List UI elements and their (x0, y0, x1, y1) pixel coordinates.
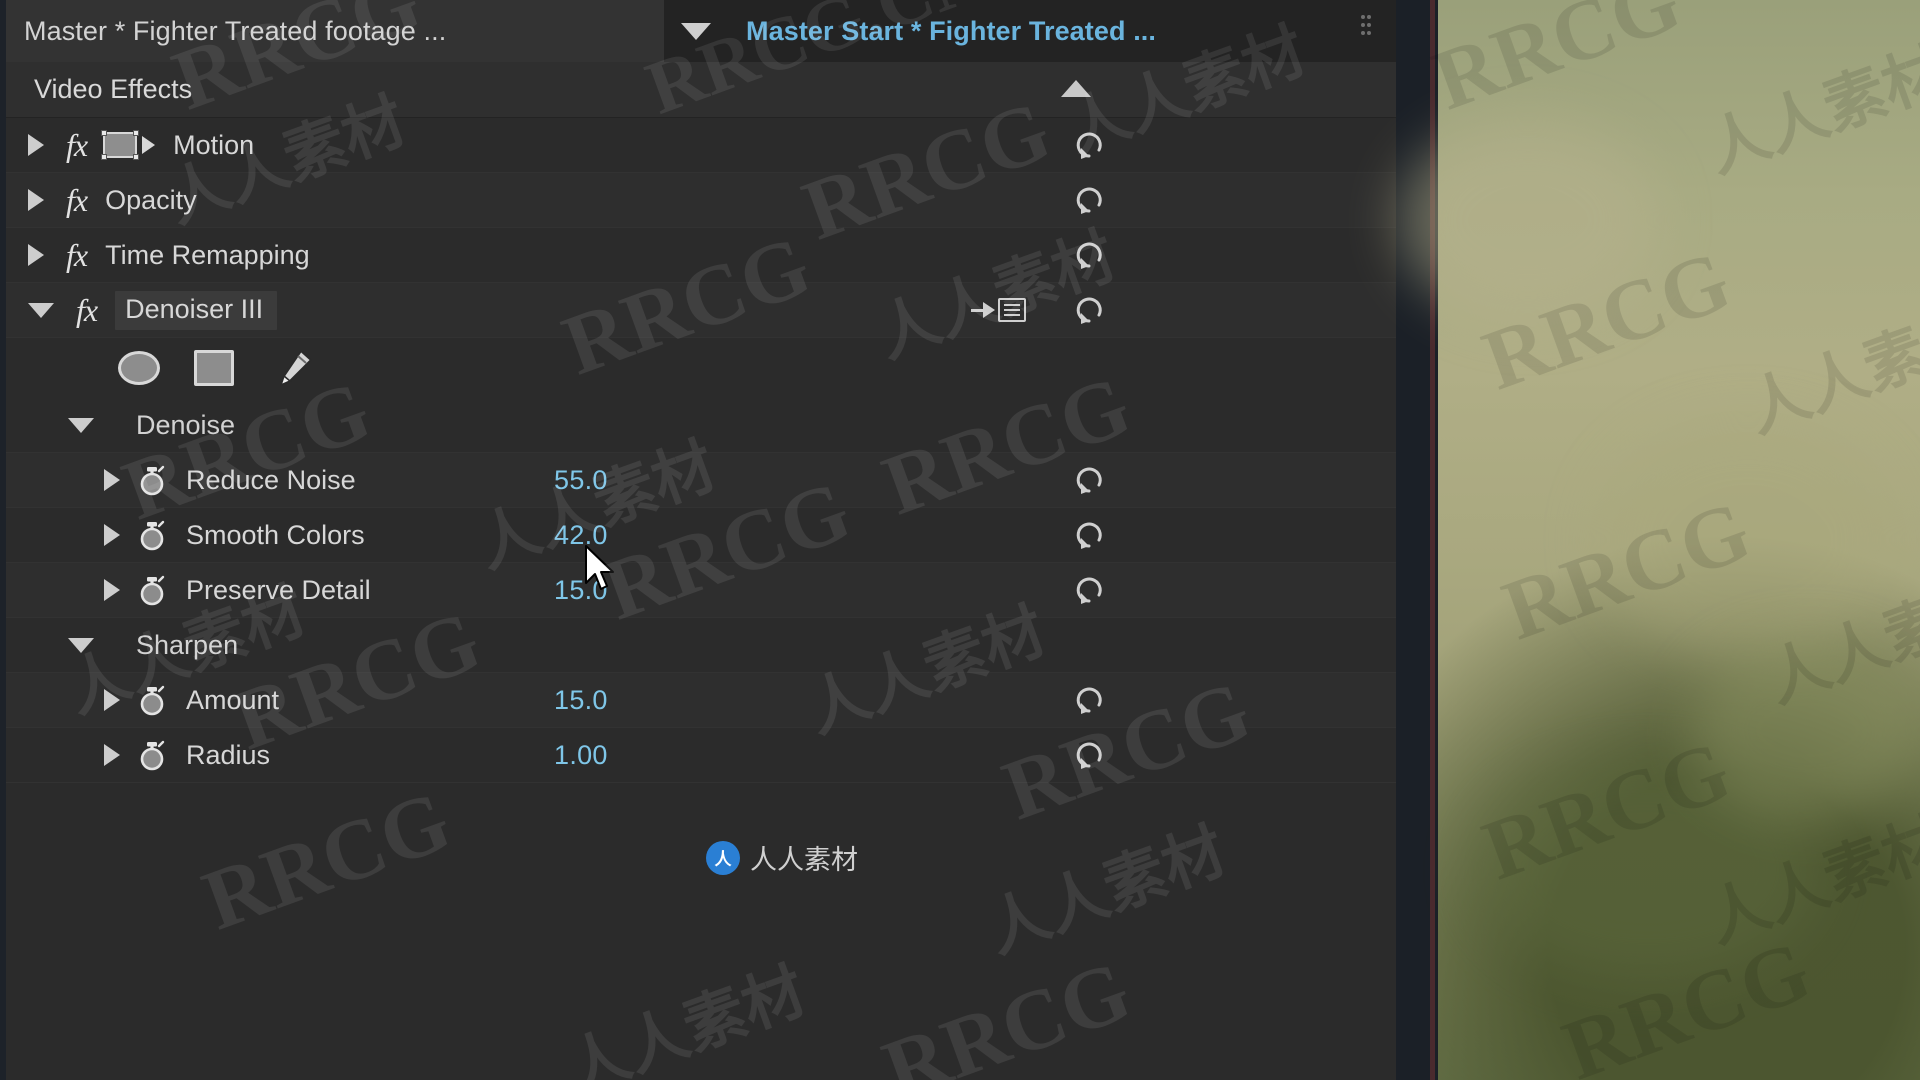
stopwatch-icon[interactable] (136, 463, 168, 497)
param-value[interactable]: 1.00 (554, 740, 608, 771)
tab-label: Master Start * Fighter Treated ... (746, 15, 1157, 46)
chevron-up-icon[interactable] (1061, 80, 1091, 97)
fx-icon: fx (66, 181, 88, 218)
disclosure-triangle-icon[interactable] (28, 189, 44, 211)
empty-row (6, 783, 1396, 838)
reset-icon[interactable] (1072, 128, 1106, 162)
fx-icon: fx (76, 291, 98, 328)
logo-mark-icon: 人 (706, 840, 740, 875)
param-row-amount[interactable]: Amount 15.0 (6, 673, 1396, 728)
effect-row-time-remapping[interactable]: fx Time Remapping (6, 228, 1396, 283)
effect-controls-panel: Master * Fighter Treated footage ... Mas… (0, 0, 1396, 1080)
rectangle-mask-icon[interactable] (194, 350, 234, 386)
logo-text: 人人素材 (750, 845, 858, 876)
reset-icon[interactable] (1072, 183, 1106, 217)
param-label: Smooth Colors (186, 519, 365, 550)
param-label: Radius (186, 739, 271, 770)
param-label: Preserve Detail (186, 574, 371, 605)
video-effects-header[interactable]: Video Effects (6, 62, 1396, 118)
fx-icon: fx (66, 126, 88, 163)
param-row-reduce-noise[interactable]: Reduce Noise 55.0 (6, 453, 1396, 508)
reset-icon[interactable] (1072, 573, 1106, 607)
screenshot-root: Master * Fighter Treated footage ... Mas… (0, 0, 1920, 1080)
effect-row-denoiser-iii[interactable]: fx Denoiser III (6, 283, 1396, 338)
disclosure-triangle-icon[interactable] (28, 134, 44, 156)
reset-icon[interactable] (1072, 293, 1106, 327)
reset-icon[interactable] (1072, 738, 1106, 772)
param-row-radius[interactable]: Radius 1.00 (6, 728, 1396, 783)
reset-icon[interactable] (1072, 238, 1106, 272)
param-group-label: Sharpen (136, 629, 239, 660)
disclosure-triangle-icon[interactable] (68, 417, 94, 433)
tab-master-start-fighter-treated[interactable]: Master Start * Fighter Treated ... (728, 0, 1243, 62)
effect-label: Motion (173, 129, 255, 160)
param-group-sharpen[interactable]: Sharpen (6, 618, 1396, 673)
effect-row-opacity[interactable]: fx Opacity (6, 173, 1396, 228)
param-row-smooth-colors[interactable]: Smooth Colors 42.0 (6, 508, 1396, 563)
stopwatch-icon[interactable] (136, 518, 168, 552)
tab-menu-button[interactable] (664, 0, 728, 62)
disclosure-triangle-icon[interactable] (28, 244, 44, 266)
motion-transform-icon[interactable] (101, 130, 156, 160)
param-group-label: Denoise (136, 409, 236, 440)
param-value[interactable]: 15.0 (554, 685, 608, 716)
tab-master-fighter-treated-footage[interactable]: Master * Fighter Treated footage ... (6, 0, 664, 62)
chevron-down-icon (681, 22, 711, 40)
disclosure-triangle-icon[interactable] (104, 579, 120, 601)
effect-label: Time Remapping (105, 239, 310, 270)
stopwatch-icon[interactable] (136, 683, 168, 717)
reset-icon[interactable] (1072, 463, 1106, 497)
disclosure-triangle-icon[interactable] (104, 469, 120, 491)
param-label: Reduce Noise (186, 464, 356, 495)
param-group-denoise[interactable]: Denoise (6, 398, 1396, 453)
mask-tools-row (6, 338, 1396, 398)
reset-icon[interactable] (1072, 518, 1106, 552)
param-row-preserve-detail[interactable]: Preserve Detail 15.0 (6, 563, 1396, 618)
disclosure-triangle-icon[interactable] (104, 524, 120, 546)
program-monitor-video (1398, 0, 1920, 1080)
effect-label: Denoiser III (115, 290, 278, 330)
tab-label: Master * Fighter Treated footage ... (24, 15, 447, 46)
stopwatch-icon[interactable] (136, 573, 168, 607)
stopwatch-icon[interactable] (136, 738, 168, 772)
disclosure-triangle-icon[interactable] (28, 302, 54, 318)
fx-icon: fx (66, 236, 88, 273)
disclosure-triangle-icon[interactable] (68, 637, 94, 653)
ellipse-mask-icon[interactable] (118, 351, 160, 385)
pen-mask-icon[interactable] (268, 348, 314, 388)
effects-list: fx Motion fx Opacity fx Time Remapping f… (6, 118, 1396, 838)
panel-tab-bar: Master * Fighter Treated footage ... Mas… (6, 0, 1396, 62)
mouse-cursor (584, 545, 618, 593)
effect-options-icon[interactable] (971, 298, 1026, 322)
reset-icon[interactable] (1072, 683, 1106, 717)
effect-label: Opacity (105, 184, 197, 215)
brand-logo: 人 人人素材 (706, 838, 858, 877)
video-effects-title: Video Effects (34, 74, 193, 104)
param-value[interactable]: 55.0 (554, 465, 608, 496)
disclosure-triangle-icon[interactable] (104, 744, 120, 766)
panel-drag-handle[interactable] (1358, 12, 1376, 42)
disclosure-triangle-icon[interactable] (104, 689, 120, 711)
effect-row-motion[interactable]: fx Motion (6, 118, 1396, 173)
param-label: Amount (186, 684, 280, 715)
